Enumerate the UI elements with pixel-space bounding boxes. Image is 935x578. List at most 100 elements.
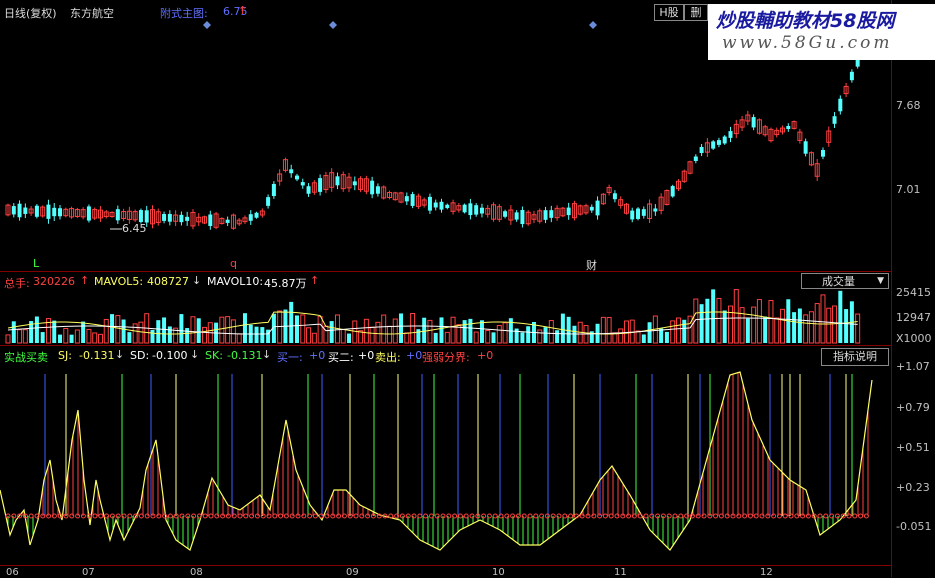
candle-body [549, 210, 554, 218]
volume-bar [11, 321, 16, 343]
candle-body [722, 136, 727, 144]
volume-bar [537, 329, 543, 344]
volume-bar [716, 297, 722, 344]
candle-body [439, 201, 444, 210]
price-tick: 7.01 [896, 183, 921, 196]
zero-dot [144, 513, 150, 519]
candle-body [636, 208, 641, 219]
volume-bar [664, 331, 669, 343]
total-volume-value: 320226 [33, 275, 75, 288]
mavol10-value: 45.87万 [264, 277, 307, 290]
price-tick: 7.68 [896, 99, 921, 112]
candle-body [300, 182, 305, 186]
indicator-label: 附式主图: [160, 7, 208, 20]
candle-body [289, 169, 294, 174]
down-arrow-icon: ↓ [190, 348, 200, 361]
volume-bar [705, 298, 710, 343]
marker-cai: 财 [586, 259, 597, 272]
candle-body [248, 214, 253, 221]
candle-body [318, 178, 323, 192]
volume-bar [63, 328, 69, 344]
volume-bar [647, 322, 652, 343]
low-price-label: 6.45 [122, 222, 147, 235]
candle-body [503, 211, 508, 217]
sell-label: 卖出: [375, 351, 401, 364]
volume-bar [600, 316, 606, 344]
candle-body [468, 203, 473, 216]
candle-body [693, 156, 698, 161]
period-label[interactable]: 日线(复权) [4, 5, 57, 21]
volume-bar [682, 319, 687, 343]
month-tick: 06 [6, 567, 19, 578]
candle-body [595, 200, 600, 216]
volume-bar [797, 308, 802, 343]
volume-bar [526, 326, 531, 343]
volume-bar [514, 328, 519, 343]
volume-bar [444, 331, 450, 344]
zero-dot [336, 513, 342, 519]
volume-bar [468, 318, 473, 343]
volume-bar [22, 329, 28, 344]
volume-indicator-select-value: 成交量 [822, 275, 855, 288]
volume-bar [219, 316, 225, 344]
volume-bar [641, 334, 646, 343]
up-arrow-icon: ↑ [310, 274, 320, 287]
volume-bar [167, 326, 172, 343]
volume-bar [520, 332, 525, 343]
volume-bar [433, 332, 438, 343]
volume-bar [196, 318, 201, 343]
volume-bar [127, 332, 132, 343]
candle-body [670, 186, 675, 197]
zero-dot [278, 513, 284, 519]
volume-unit: X1000 [896, 332, 932, 345]
volume-bar [190, 316, 196, 344]
zero-dot [167, 513, 173, 519]
mavol10-label: MAVOL10: [207, 275, 264, 288]
candle-body [34, 205, 39, 217]
diamond-marker-icon [589, 21, 597, 29]
volume-bar [392, 318, 398, 344]
candle-body [404, 196, 409, 202]
watermark-banner: 炒股輔助教材58股网 www.58Gu.com [708, 4, 935, 60]
candle-body [138, 210, 143, 223]
zero-dot [533, 513, 539, 519]
volume-bar [230, 319, 236, 344]
volume-bar [543, 327, 548, 343]
candle-body [254, 212, 259, 218]
zero-dot [434, 513, 440, 519]
indicator-help-button[interactable]: 指标说明 [821, 348, 889, 366]
volume-bar [733, 289, 739, 344]
volume-bar [40, 332, 45, 343]
chevron-down-icon: ▼ [877, 276, 884, 286]
zero-dot [457, 513, 463, 519]
sell-value: +0 [406, 349, 423, 362]
volume-bar [768, 299, 774, 344]
volume-bar [739, 307, 745, 344]
volume-bar [479, 320, 484, 343]
delete-button[interactable]: 删 [684, 4, 708, 21]
mavol5-line [7, 311, 858, 335]
volume-bar [491, 332, 496, 343]
volume-bar [670, 320, 676, 344]
volume-bar [352, 320, 358, 344]
candle-body [86, 206, 91, 221]
zero-dot [579, 513, 585, 519]
zero-dot [771, 513, 777, 519]
volume-bar [386, 325, 392, 344]
volume-bar [722, 310, 727, 343]
sd-label: SD: [130, 349, 150, 362]
volume-bar [311, 332, 317, 344]
volume-bar [121, 319, 126, 343]
volume-bar [74, 329, 80, 344]
buy1-value: +0 [309, 349, 326, 362]
candle-body [352, 181, 357, 186]
volume-bar [340, 329, 346, 344]
candle-body [820, 150, 825, 157]
h-share-button[interactable]: H股 [654, 4, 684, 21]
volume-bar [185, 328, 190, 343]
zero-dot [643, 513, 649, 519]
volume-bar [236, 333, 242, 344]
down-arrow-icon: ↓ [192, 274, 202, 287]
volume-indicator-select[interactable]: 成交量 ▼ [801, 273, 889, 289]
volume-bar [317, 316, 323, 344]
